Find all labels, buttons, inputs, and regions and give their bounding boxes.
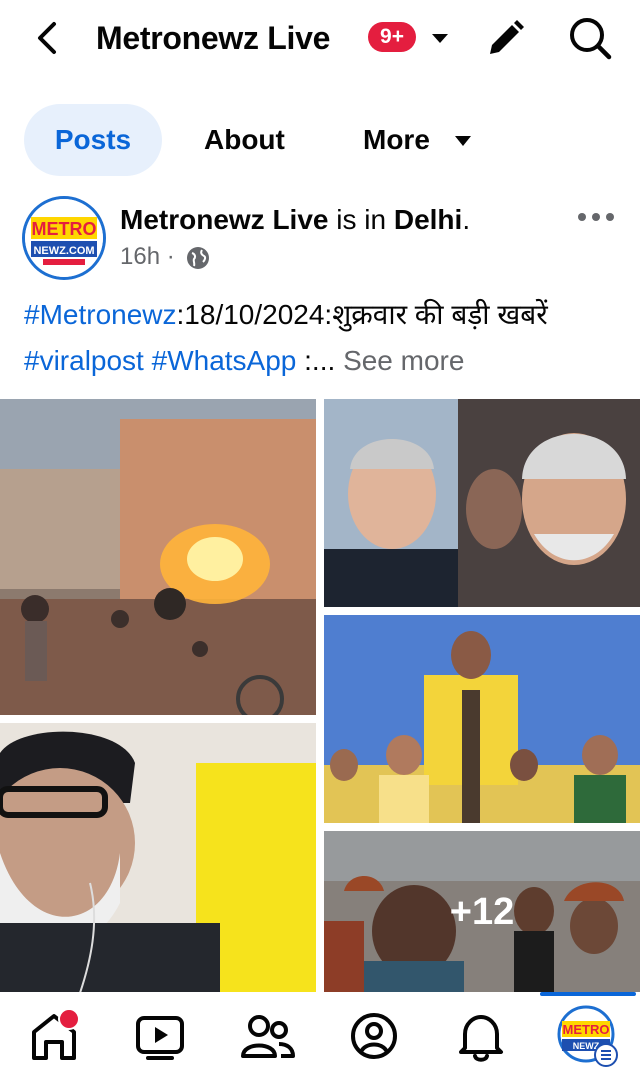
tab-about[interactable]: About [204,104,285,176]
pencil-icon [490,20,524,54]
leaders-image [324,399,640,607]
tab-more-label: More [363,124,430,155]
home-notification-dot [58,1008,80,1030]
top-bar: Metronewz Live 9+ [0,0,640,80]
location-prefix: is in [328,204,394,235]
post-body: :18/10/2024:शुक्रवार की बड़ी खबरें [176,299,548,330]
post-author-line: Metronewz Live is in Delhi. [120,200,470,240]
post-time[interactable]: 16h [120,243,160,270]
tab-posts[interactable]: Posts [24,104,162,176]
notification-badge: 9+ [368,22,416,52]
oath-ceremony-image [324,615,640,823]
notifications-bell-icon [459,1015,503,1062]
globe-icon [187,246,210,269]
post-text: #Metronewz:18/10/2024:शुक्रवार की बड़ी ख… [24,292,624,384]
caret-down-icon [432,34,448,43]
post-location[interactable]: Delhi [394,204,462,235]
hashtag-viralpost[interactable]: #viralpost [24,345,144,376]
more-dots-icon [578,213,614,221]
man-glasses-image [0,723,316,993]
photo-fire-scene[interactable] [0,399,316,715]
see-more-link[interactable]: See more [343,345,464,376]
tab-more[interactable]: More [363,104,471,176]
photo-more[interactable]: +12 [324,831,640,993]
video-icon [136,1016,184,1060]
location-suffix: . [462,204,471,235]
nav-video[interactable] [128,1004,192,1068]
photo-oath-ceremony[interactable] [324,615,640,823]
page-title[interactable]: Metronewz Live [96,18,330,58]
post-author[interactable]: Metronewz Live [120,204,328,235]
more-photos-count: +12 [324,831,640,993]
metronewz-logo: METRO NEWZ.COM [25,199,103,277]
photo-leaders[interactable] [324,399,640,607]
nav-profile[interactable] [342,1004,406,1068]
svg-text:NEWZ.COM: NEWZ.COM [33,245,94,257]
chevron-left-icon [38,22,56,54]
nav-page-menu[interactable]: METRO NEWZ [556,1004,620,1068]
search-button[interactable] [566,14,614,62]
nav-friends[interactable] [235,1004,299,1068]
back-button[interactable] [28,18,68,58]
friends-icon [241,1015,295,1058]
edit-button[interactable] [484,16,528,60]
svg-text:METRO: METRO [32,219,97,239]
meta-separator: · [160,243,182,270]
svg-text:METRO: METRO [563,1022,610,1037]
bottom-navigation: METRO NEWZ [0,992,640,1081]
page-avatar[interactable]: METRO NEWZ.COM [22,196,106,280]
active-tab-indicator [540,992,636,996]
profile-icon [351,1013,397,1059]
hashtag-whatsapp[interactable]: #WhatsApp [152,345,297,376]
page-tabs: Posts About More [0,104,640,178]
caret-down-icon [455,136,471,146]
search-icon [570,18,612,60]
fire-scene-image [0,399,316,715]
ellipsis: :... [296,345,344,376]
page-avatar-menu-icon: METRO NEWZ [557,1005,618,1067]
page-switcher-dropdown[interactable] [428,26,452,50]
post-options-button[interactable] [574,202,618,232]
hashtag-metronewz[interactable]: #Metronewz [24,299,177,330]
post-meta: 16h · [120,240,211,274]
nav-notifications[interactable] [449,1004,513,1068]
photo-man-glasses[interactable] [0,723,316,993]
